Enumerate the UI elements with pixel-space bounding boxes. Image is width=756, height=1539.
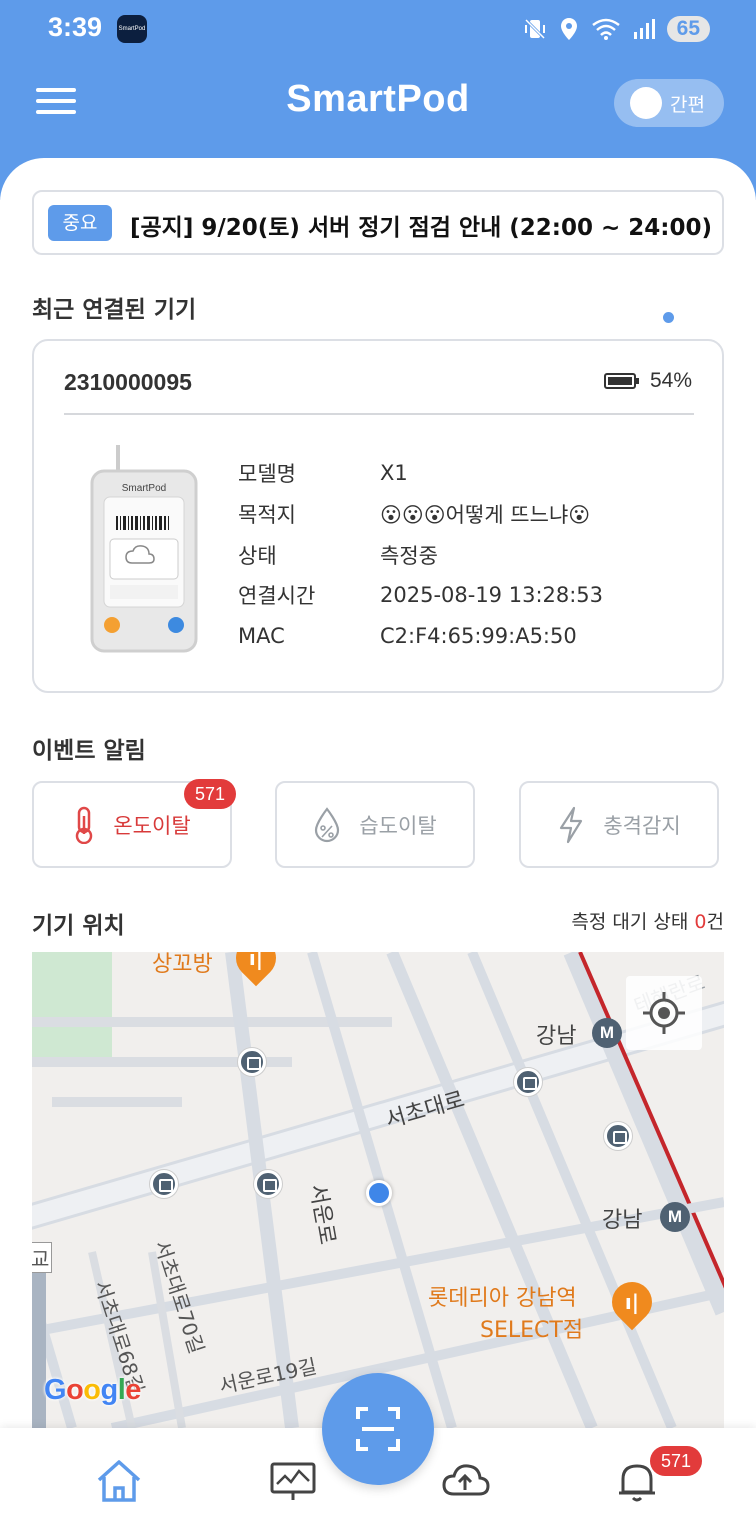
humidity-alert-label: 습도이탈 <box>359 813 437 838</box>
device-battery: 54% <box>603 369 692 393</box>
bus-stop-icon[interactable] <box>514 1068 542 1096</box>
device-image-brand: SmartPod <box>122 483 166 494</box>
humidity-alert-button[interactable]: 습도이탈 <box>275 781 475 868</box>
shock-alert-button[interactable]: 충격감지 <box>519 781 719 868</box>
metro-station-icon[interactable]: M <box>660 1202 690 1232</box>
device-image: SmartPod <box>84 441 204 656</box>
notification-badge: 571 <box>650 1446 702 1476</box>
map-label-gyo: 교 <box>32 1242 53 1273</box>
notice-banner[interactable]: 중요 [공지] 9/20(토) 서버 정기 점검 안내 (22:00 ~ 24:… <box>32 190 724 255</box>
wait-status-prefix: 측정 대기 상태 <box>571 911 695 933</box>
status-bar: 3:39 SmartPod 65 <box>0 0 756 60</box>
page-indicator-dot <box>663 312 674 323</box>
card-divider <box>64 413 694 415</box>
lightning-icon <box>560 806 583 843</box>
wait-status-count: 0 <box>694 911 707 933</box>
device-location-marker[interactable] <box>366 1180 392 1206</box>
info-value: 2025-08-19 13:28:53 <box>380 583 604 608</box>
humidity-drop-icon <box>315 806 340 842</box>
bus-stop-icon[interactable] <box>150 1170 178 1198</box>
event-alert-title: 이벤트 알림 <box>32 738 146 764</box>
signal-icon <box>633 19 655 39</box>
wait-status-suffix: 건 <box>706 911 724 933</box>
map-label-restaurant: 상꼬방 <box>152 952 213 977</box>
info-label: 목적지 <box>238 503 296 528</box>
device-battery-percent: 54% <box>649 369 692 392</box>
device-card[interactable]: 2310000095 54% SmartPod 모델명 X1 목적지 😮😮😮어떻… <box>32 339 724 693</box>
info-label: 상태 <box>238 543 277 568</box>
google-logo: Google <box>44 1374 141 1406</box>
cloud-upload-icon[interactable] <box>440 1456 490 1506</box>
temperature-alert-badge: 571 <box>184 779 236 809</box>
my-location-button[interactable] <box>626 976 702 1050</box>
info-label: 모델명 <box>238 462 296 487</box>
map-label-lotteria-branch: SELECT점 <box>480 1318 584 1343</box>
crosshair-icon <box>643 992 685 1034</box>
info-value: C2:F4:65:99:A5:50 <box>380 624 577 649</box>
simple-mode-toggle[interactable]: 간편 <box>614 79 724 127</box>
info-value: 측정중 <box>380 543 438 568</box>
thermometer-icon <box>76 806 93 844</box>
status-icons: 65 <box>523 14 710 44</box>
location-icon <box>560 18 577 40</box>
toggle-knob <box>630 87 662 119</box>
scan-button[interactable] <box>322 1373 434 1485</box>
home-icon[interactable] <box>94 1456 144 1506</box>
device-location-title: 기기 위치 <box>32 913 125 939</box>
temperature-alert-label: 온도이탈 <box>113 813 191 838</box>
bus-stop-icon[interactable] <box>238 1048 266 1076</box>
device-location-map[interactable]: 상꼬방 ı| 강남 M 테헤란로 서초대로 서운로 강남 M 롯데리아 강남역 … <box>32 952 724 1428</box>
info-row-connect-time: 연결시간 2025-08-19 13:28:53 <box>238 575 603 616</box>
info-label: MAC <box>238 624 285 649</box>
monitor-chart-icon[interactable] <box>268 1456 318 1506</box>
device-info-rows: 모델명 X1 목적지 😮😮😮어떻게 뜨느냐😮 상태 측정중 연결시간 2025-… <box>238 453 603 656</box>
app-header: SmartPod 간편 <box>0 70 756 140</box>
map-label-lotteria: 롯데리아 강남역 <box>428 1286 577 1311</box>
info-row-mac: MAC C2:F4:65:99:A5:50 <box>238 616 603 657</box>
info-row-destination: 목적지 😮😮😮어떻게 뜨느냐😮 <box>238 494 603 535</box>
notice-important-badge: 중요 <box>48 205 112 241</box>
status-time: 3:39 <box>48 12 103 42</box>
shock-alert-label: 충격감지 <box>603 813 681 838</box>
scan-icon <box>356 1407 400 1451</box>
vibrate-mute-icon <box>523 17 546 41</box>
bus-stop-icon[interactable] <box>254 1170 282 1198</box>
info-row-status: 상태 측정중 <box>238 534 603 575</box>
map-label-gangnam-2: 강남 <box>602 1208 643 1233</box>
info-row-model: 모델명 X1 <box>238 453 603 494</box>
wifi-icon <box>591 18 620 40</box>
metro-station-icon[interactable]: M <box>592 1018 622 1048</box>
device-id: 2310000095 <box>64 369 192 395</box>
app-notification-icon: SmartPod <box>117 15 147 43</box>
battery-indicator: 65 <box>666 16 710 42</box>
notice-text: [공지] 9/20(토) 서버 정기 점검 안내 (22:00 ~ 24:00) <box>130 215 712 241</box>
bus-stop-icon[interactable] <box>604 1122 632 1150</box>
restaurant-pin-icon[interactable]: ı| <box>603 1273 661 1331</box>
battery-icon <box>603 373 639 389</box>
map-label-gangnam-1: 강남 <box>536 1024 577 1049</box>
simple-mode-label: 간편 <box>670 94 705 116</box>
info-label: 연결시간 <box>238 584 316 609</box>
info-value: X1 <box>380 461 408 486</box>
wait-status: 측정 대기 상태 0건 <box>571 907 724 934</box>
recent-device-title: 최근 연결된 기기 <box>32 297 197 323</box>
info-value: 😮😮😮어떻게 뜨느냐😮 <box>380 503 591 528</box>
